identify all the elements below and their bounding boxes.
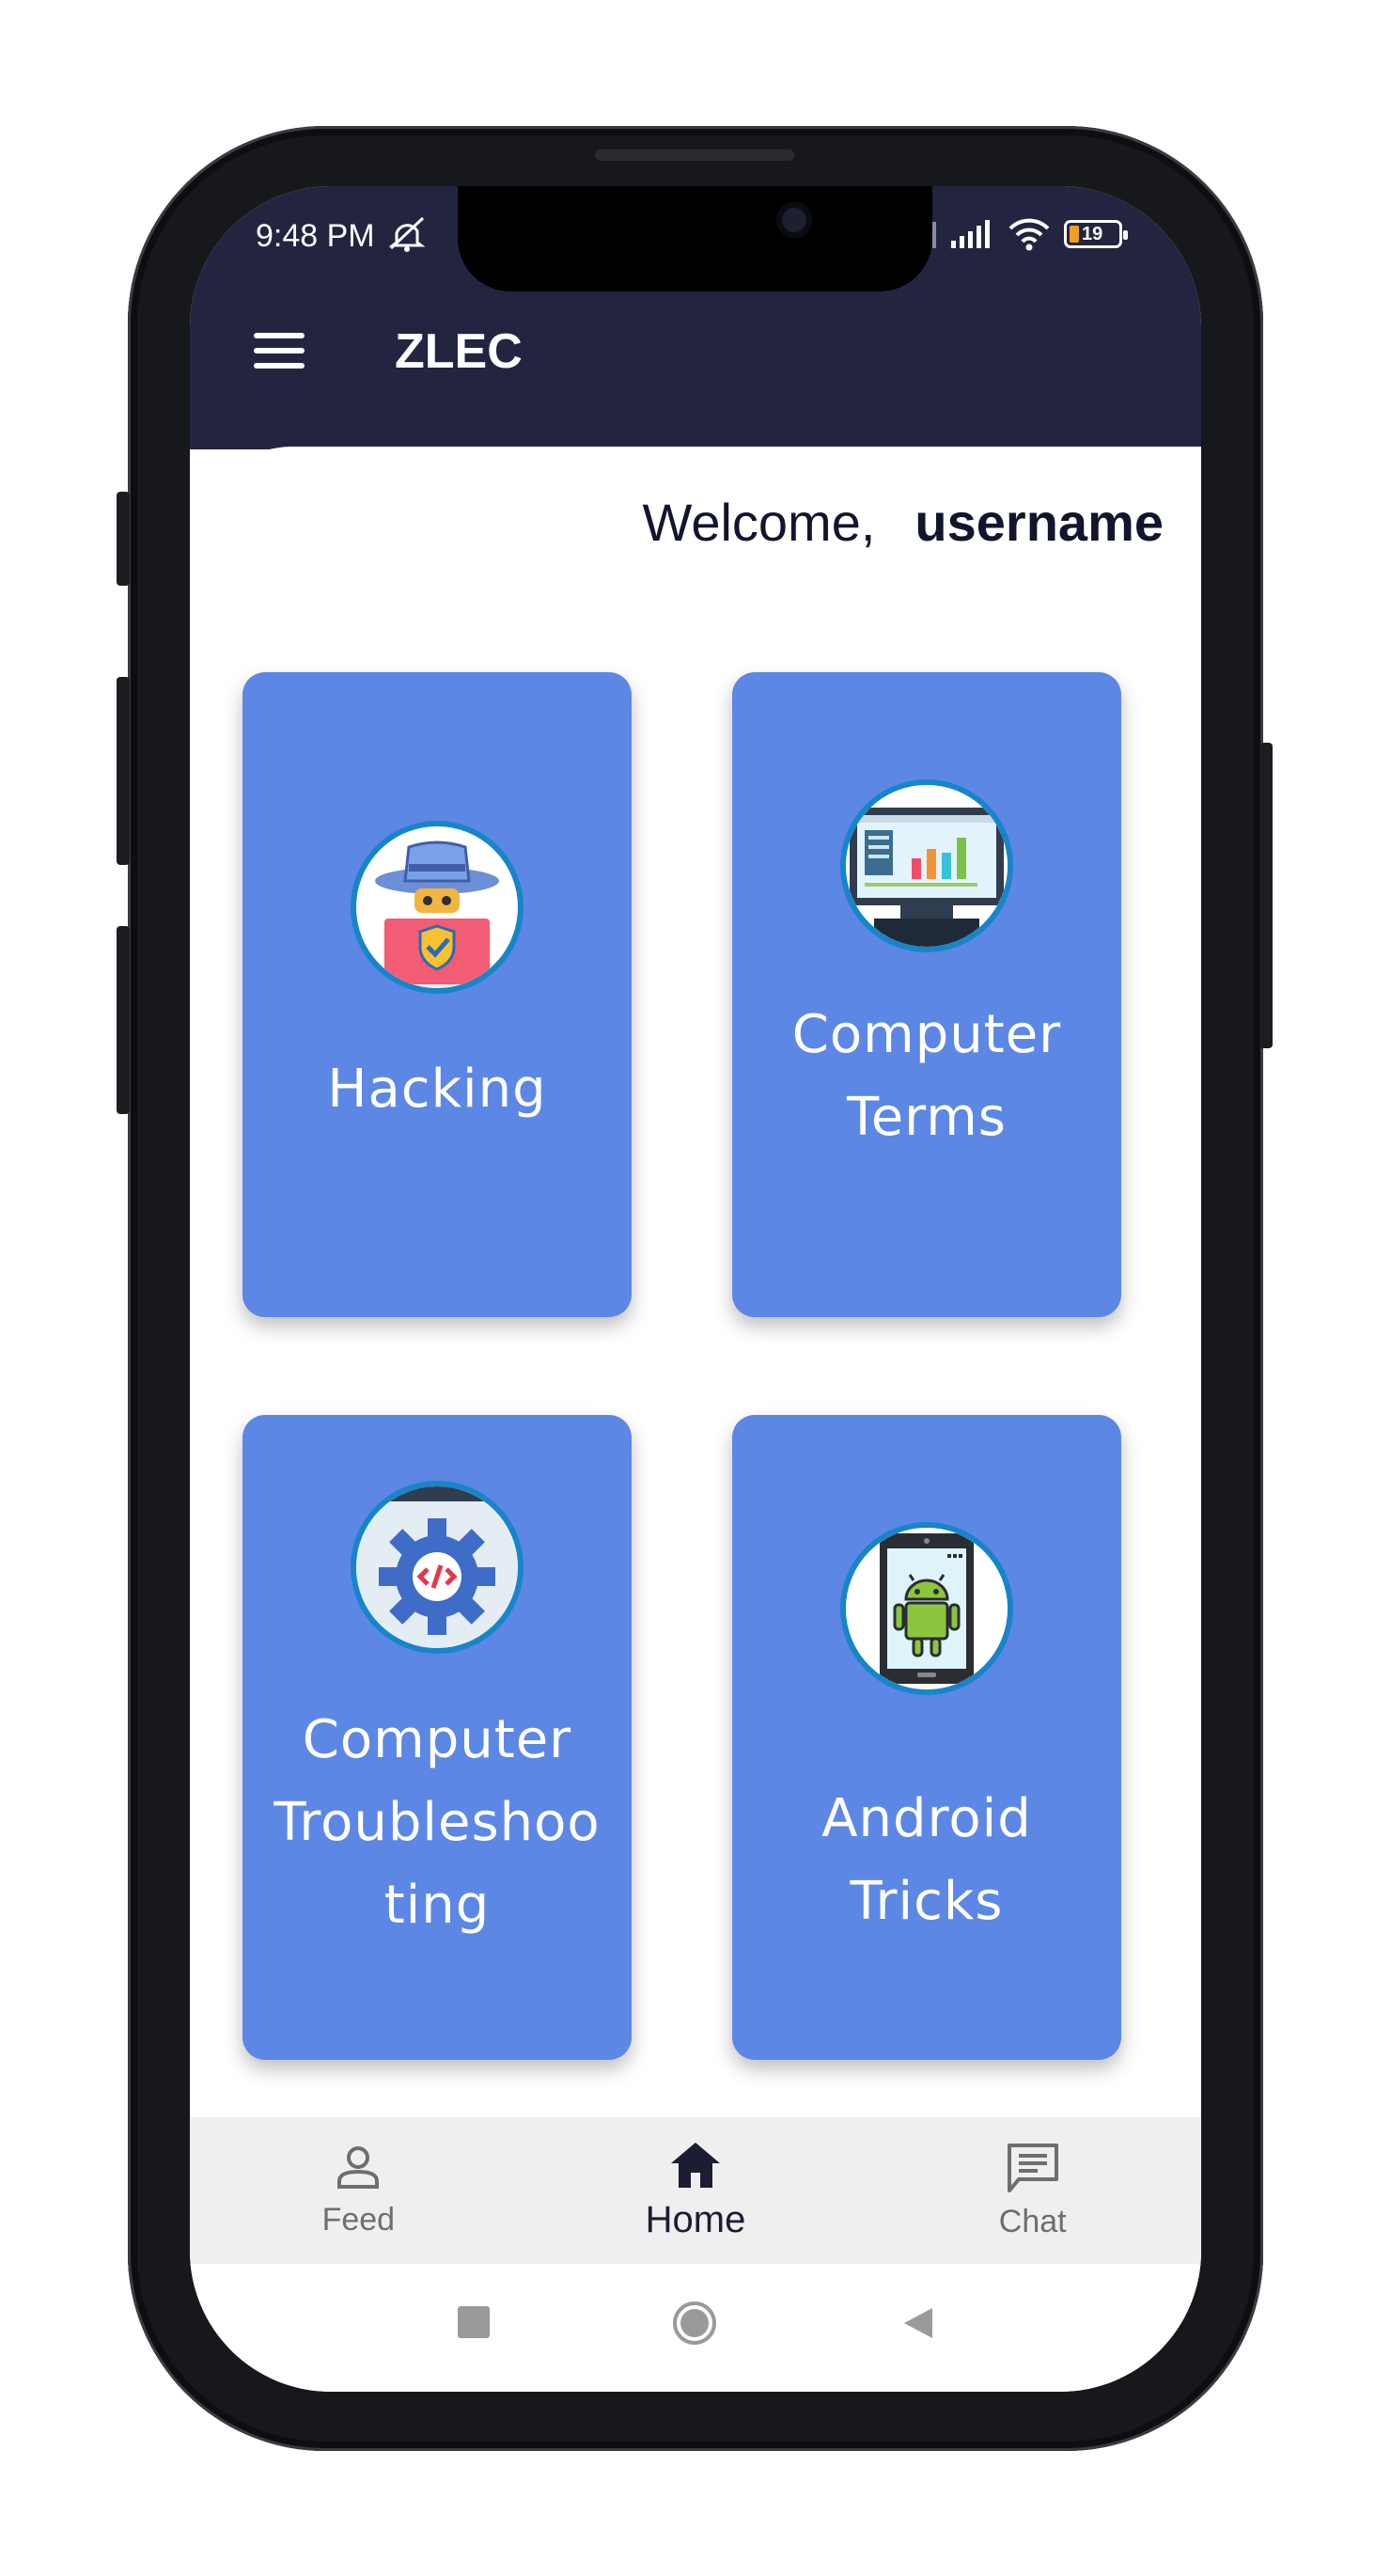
nav-item-home[interactable]: Home — [527, 2117, 865, 2264]
app-title: ZLEC — [395, 324, 523, 379]
category-card-hacking[interactable]: Hacking — [242, 672, 632, 1317]
nav-label-feed: Feed — [321, 2201, 396, 2238]
volume-up-button — [117, 677, 130, 865]
recents-button[interactable] — [458, 2306, 490, 2338]
wifi-icon — [1008, 218, 1050, 251]
card-label-hacking: Hacking — [327, 1059, 547, 1120]
home-icon — [671, 2142, 720, 2188]
category-card-computer-terms[interactable]: Computer Terms — [732, 672, 1121, 1317]
home-button[interactable] — [673, 2301, 716, 2345]
chat-icon — [1007, 2143, 1058, 2192]
card-label-computer-troubleshooting: Computer Troubleshoo ting — [274, 1709, 601, 1936]
welcome-greeting: Welcome, — [642, 493, 876, 552]
signal-icon — [932, 220, 990, 248]
phone-screen: 9:48 PM 19 ZLEC Welcome, username Hackin… — [190, 186, 1201, 2392]
power-button — [1259, 743, 1273, 1048]
system-navigation-bar — [190, 2264, 1201, 2392]
status-icons: 19 — [932, 214, 1128, 254]
nav-item-feed[interactable]: Feed — [190, 2117, 527, 2264]
card-label-android-tricks: Android Tricks — [821, 1788, 1032, 1932]
nav-item-chat[interactable]: Chat — [864, 2117, 1201, 2264]
category-card-android-tricks[interactable]: Android Tricks — [732, 1415, 1121, 2060]
dashboard-monitor-icon — [840, 779, 1013, 952]
back-button[interactable] — [899, 2304, 936, 2342]
bottom-navigation: Feed Home Chat — [190, 2117, 1201, 2264]
card-label-computer-terms: Computer Terms — [791, 1004, 1062, 1148]
camera-notch — [458, 186, 932, 291]
welcome-username: username — [914, 493, 1164, 552]
alarm-off-icon — [388, 216, 426, 252]
nav-label-chat: Chat — [998, 2203, 1067, 2239]
person-icon — [337, 2145, 380, 2189]
front-camera — [776, 202, 812, 238]
hamburger-menu-icon[interactable] — [254, 333, 305, 372]
status-time: 9:48 PM — [256, 214, 429, 255]
volume-down-button — [117, 926, 130, 1114]
battery-icon: 19 — [1064, 220, 1128, 248]
status-time-text: 9:48 PM — [256, 218, 375, 254]
battery-level — [1070, 226, 1079, 243]
battery-text: 19 — [1082, 223, 1103, 244]
mute-switch — [117, 492, 130, 586]
android-phone-icon — [840, 1522, 1013, 1695]
hacker-icon — [351, 821, 524, 994]
earpiece-speaker — [595, 149, 794, 161]
welcome-message: Welcome, username — [642, 492, 1164, 553]
category-card-computer-troubleshooting[interactable]: Computer Troubleshoo ting — [242, 1415, 632, 2060]
nav-label-home: Home — [645, 2198, 746, 2240]
gear-code-icon — [351, 1481, 524, 1654]
